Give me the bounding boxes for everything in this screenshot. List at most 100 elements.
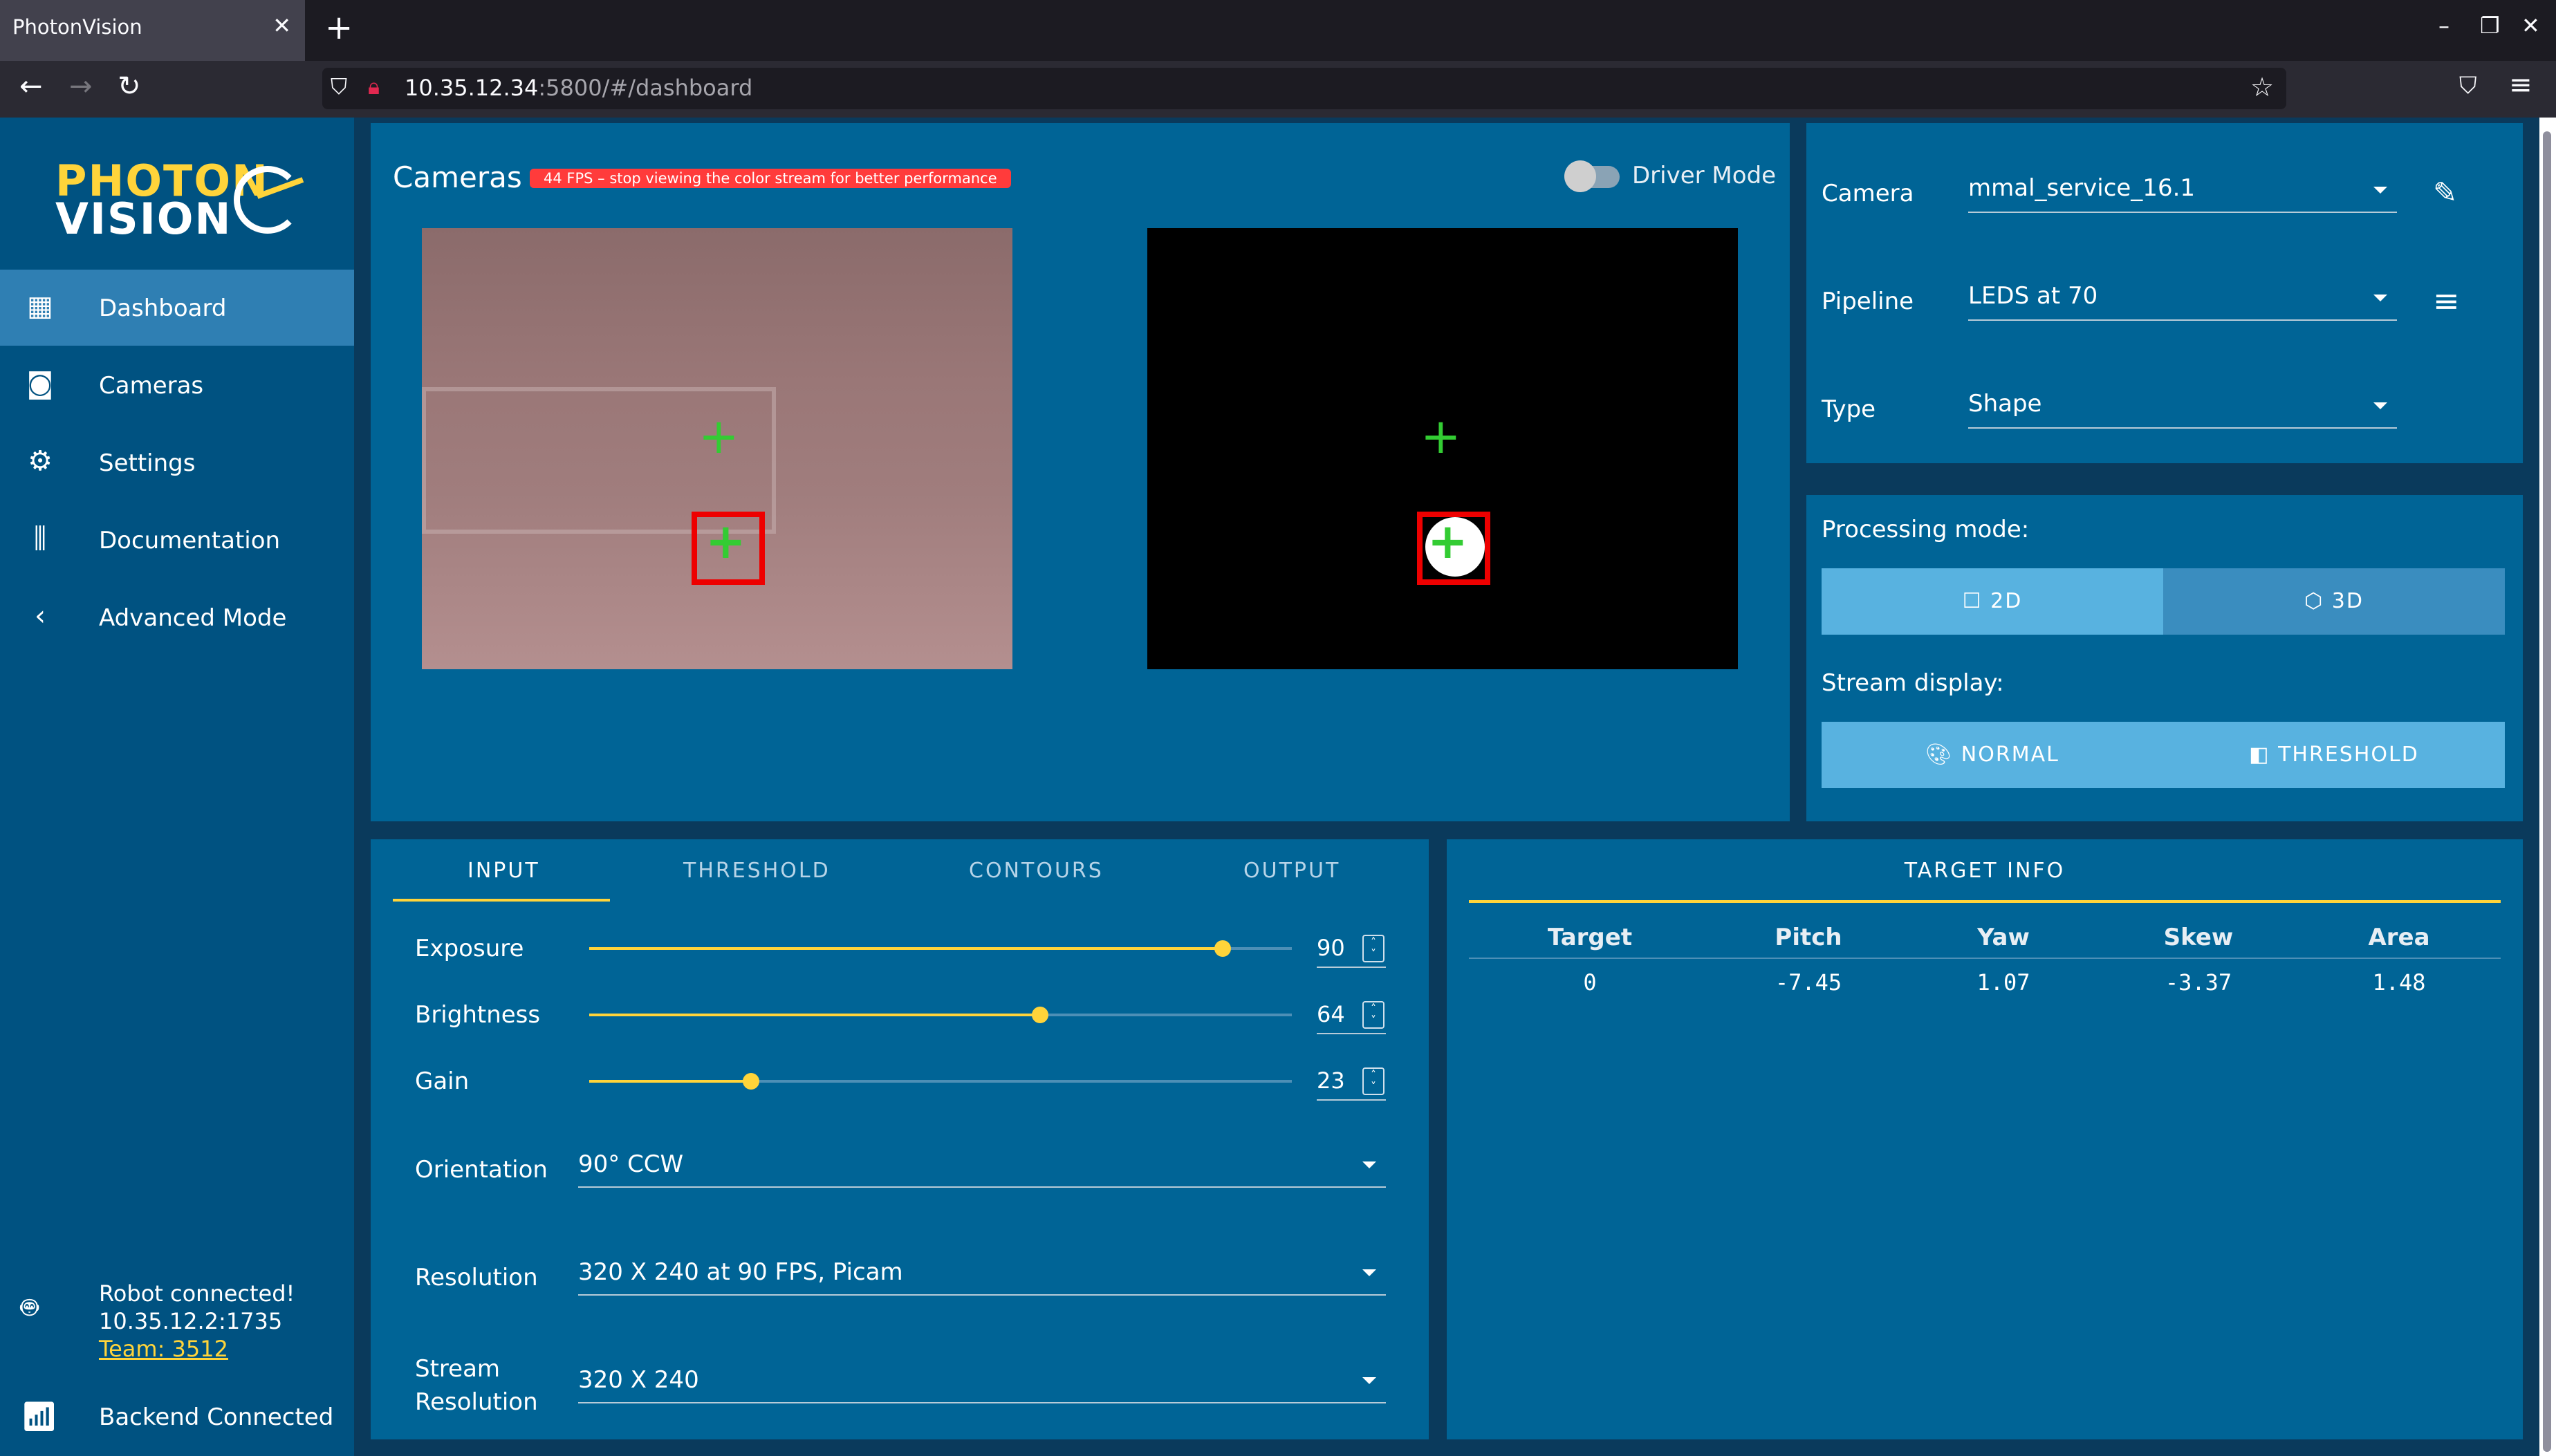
pipeline-select[interactable]: LEDS at 70 bbox=[1968, 282, 2097, 310]
browser-tab[interactable]: PhotonVision ✕ bbox=[0, 0, 305, 61]
edit-icon[interactable]: ✎ bbox=[2433, 176, 2457, 209]
chevron-down-icon[interactable] bbox=[1362, 1161, 1376, 1168]
pocket-icon[interactable]: ⛉ bbox=[2459, 72, 2477, 100]
brightness-slider-track[interactable] bbox=[589, 1014, 1040, 1016]
stream-threshold-button[interactable]: ◧ THRESHOLD bbox=[2163, 722, 2505, 788]
stream-resolution-label-1: Stream bbox=[415, 1355, 501, 1383]
mode-3d-button[interactable]: ⬡ 3D bbox=[2163, 568, 2505, 635]
table-header-skew: Skew bbox=[2163, 924, 2234, 951]
brightness-slider-rest[interactable] bbox=[1040, 1014, 1292, 1016]
pipeline-label: Pipeline bbox=[1822, 288, 1914, 315]
target-info-underline bbox=[1469, 900, 2501, 903]
chevron-down-icon[interactable] bbox=[1362, 1377, 1376, 1384]
sidebar-item-documentation[interactable]: ⫼ Documentation bbox=[0, 502, 354, 578]
stream-normal-button[interactable]: 🎨︎ NORMAL bbox=[1822, 722, 2163, 788]
dashboard-icon: ▦ bbox=[27, 290, 53, 322]
gain-input-underline bbox=[1317, 1099, 1386, 1101]
sidebar-item-settings[interactable]: ⚙ Settings bbox=[0, 424, 354, 501]
table-cell-pitch: -7.45 bbox=[1775, 969, 1842, 996]
shield-icon[interactable]: ⛉ bbox=[331, 73, 347, 100]
reload-icon[interactable]: ↻ bbox=[118, 71, 141, 102]
resolution-select[interactable]: 320 X 240 at 90 FPS, Picam bbox=[578, 1258, 903, 1286]
back-icon[interactable]: ← bbox=[19, 71, 43, 102]
tab-indicator bbox=[393, 899, 610, 902]
close-tab-icon[interactable]: ✕ bbox=[272, 12, 291, 39]
sidebar-item-advanced-mode[interactable]: ‹ Advanced Mode bbox=[0, 579, 354, 655]
chevron-down-icon[interactable] bbox=[2373, 402, 2387, 409]
logo-ring-icon bbox=[234, 166, 302, 234]
new-tab-icon[interactable]: + bbox=[325, 8, 353, 47]
restore-icon[interactable]: ❐ bbox=[2480, 12, 2500, 39]
sidebar-item-dashboard[interactable]: ▦ Dashboard bbox=[0, 270, 354, 346]
menu-icon[interactable]: ≡ bbox=[2509, 69, 2532, 101]
gain-slider-rest[interactable] bbox=[751, 1080, 1292, 1083]
wifi-icon: 📶︎ bbox=[21, 1399, 58, 1433]
driver-mode-label: Driver Mode bbox=[1632, 162, 1777, 189]
settings-tabs-card bbox=[371, 839, 1429, 1439]
resolution-select-underline bbox=[578, 1294, 1386, 1296]
exposure-stepper[interactable]: ˄ ˅ bbox=[1362, 935, 1384, 962]
exposure-slider-track[interactable] bbox=[589, 947, 1223, 950]
type-select[interactable]: Shape bbox=[1968, 390, 2041, 418]
gain-slider-track[interactable] bbox=[589, 1080, 751, 1083]
pipeline-select-underline bbox=[1968, 319, 2397, 321]
brightness-input[interactable]: 64 bbox=[1317, 1001, 1345, 1027]
cameras-title: Cameras bbox=[393, 160, 522, 194]
browser-titlebar bbox=[0, 0, 2556, 61]
stream-crosshair-icon: + bbox=[1420, 408, 1461, 465]
type-select-underline bbox=[1968, 427, 2397, 429]
team-link[interactable]: Team: 3512 bbox=[99, 1336, 228, 1362]
backend-status: Backend Connected bbox=[99, 1403, 334, 1431]
robot-address: 10.35.12.2:1735 bbox=[99, 1308, 283, 1334]
gain-input[interactable]: 23 bbox=[1317, 1067, 1345, 1094]
bookmark-star-icon[interactable]: ☆ bbox=[2250, 72, 2274, 102]
url-text[interactable]: 10.35.12.34:5800/#/dashboard bbox=[405, 75, 752, 101]
close-window-icon[interactable]: ✕ bbox=[2521, 12, 2540, 39]
sidebar-item-cameras[interactable]: ◙ Cameras bbox=[0, 347, 354, 423]
orientation-label: Orientation bbox=[415, 1156, 548, 1184]
chevron-down-icon[interactable] bbox=[1362, 1269, 1376, 1276]
forward-icon[interactable]: → bbox=[69, 71, 93, 102]
mode-2d-button[interactable]: ☐ 2D bbox=[1822, 568, 2163, 635]
orientation-select[interactable]: 90° CCW bbox=[578, 1150, 683, 1178]
exposure-slider-knob[interactable] bbox=[1214, 940, 1231, 957]
exposure-input-underline bbox=[1317, 967, 1386, 968]
brightness-slider-knob[interactable] bbox=[1032, 1007, 1048, 1023]
lock-icon[interactable]: 🔒︎ bbox=[368, 73, 380, 100]
tab-title: PhotonVision bbox=[12, 15, 142, 39]
table-header-target: Target bbox=[1547, 924, 1633, 951]
contrast-icon: ◧ bbox=[2249, 743, 2270, 767]
camera-select[interactable]: mmal_service_16.1 bbox=[1968, 174, 2195, 202]
exposure-input[interactable]: 90 bbox=[1317, 935, 1345, 961]
pipeline-menu-icon[interactable]: ≡ bbox=[2433, 282, 2460, 319]
table-cell-area: 1.48 bbox=[2372, 969, 2426, 996]
camera-label: Camera bbox=[1822, 180, 1914, 207]
table-header-divider bbox=[1469, 958, 2501, 959]
tab-output[interactable]: OUTPUT bbox=[1243, 859, 1340, 883]
tab-contours[interactable]: CONTOURS bbox=[969, 859, 1104, 883]
brightness-stepper[interactable]: ˄ ˅ bbox=[1362, 1001, 1384, 1029]
sidebar-item-label: Dashboard bbox=[99, 295, 227, 322]
stream-resolution-select[interactable]: 320 X 240 bbox=[578, 1366, 699, 1394]
processing-mode-label: Processing mode: bbox=[1822, 516, 2030, 543]
resolution-label: Resolution bbox=[415, 1264, 538, 1291]
chevron-left-icon: ‹ bbox=[35, 600, 46, 632]
robot-status: Robot connected! bbox=[99, 1280, 295, 1307]
chevron-down-icon[interactable] bbox=[2373, 187, 2387, 194]
chevron-down-icon[interactable] bbox=[2373, 295, 2387, 301]
gain-stepper[interactable]: ˄ ˅ bbox=[1362, 1067, 1384, 1095]
tab-threshold[interactable]: THRESHOLD bbox=[683, 859, 831, 883]
gain-slider-knob[interactable] bbox=[743, 1073, 759, 1090]
minimize-icon[interactable]: – bbox=[2438, 12, 2450, 39]
stream-resolution-select-underline bbox=[578, 1402, 1386, 1403]
logo-vision: VISION bbox=[55, 194, 232, 244]
tab-input[interactable]: INPUT bbox=[467, 859, 540, 883]
table-cell-yaw: 1.07 bbox=[1976, 969, 2030, 996]
driver-mode-toggle-knob[interactable] bbox=[1564, 160, 1596, 192]
exposure-slider-rest[interactable] bbox=[1223, 947, 1292, 950]
table-header-pitch: Pitch bbox=[1775, 924, 1842, 951]
page-scrollbar-thumb[interactable] bbox=[2543, 131, 2551, 1452]
target-crosshair-icon: + bbox=[705, 513, 746, 570]
gain-label: Gain bbox=[415, 1067, 470, 1095]
target-info-title: TARGET INFO bbox=[1904, 859, 2066, 883]
